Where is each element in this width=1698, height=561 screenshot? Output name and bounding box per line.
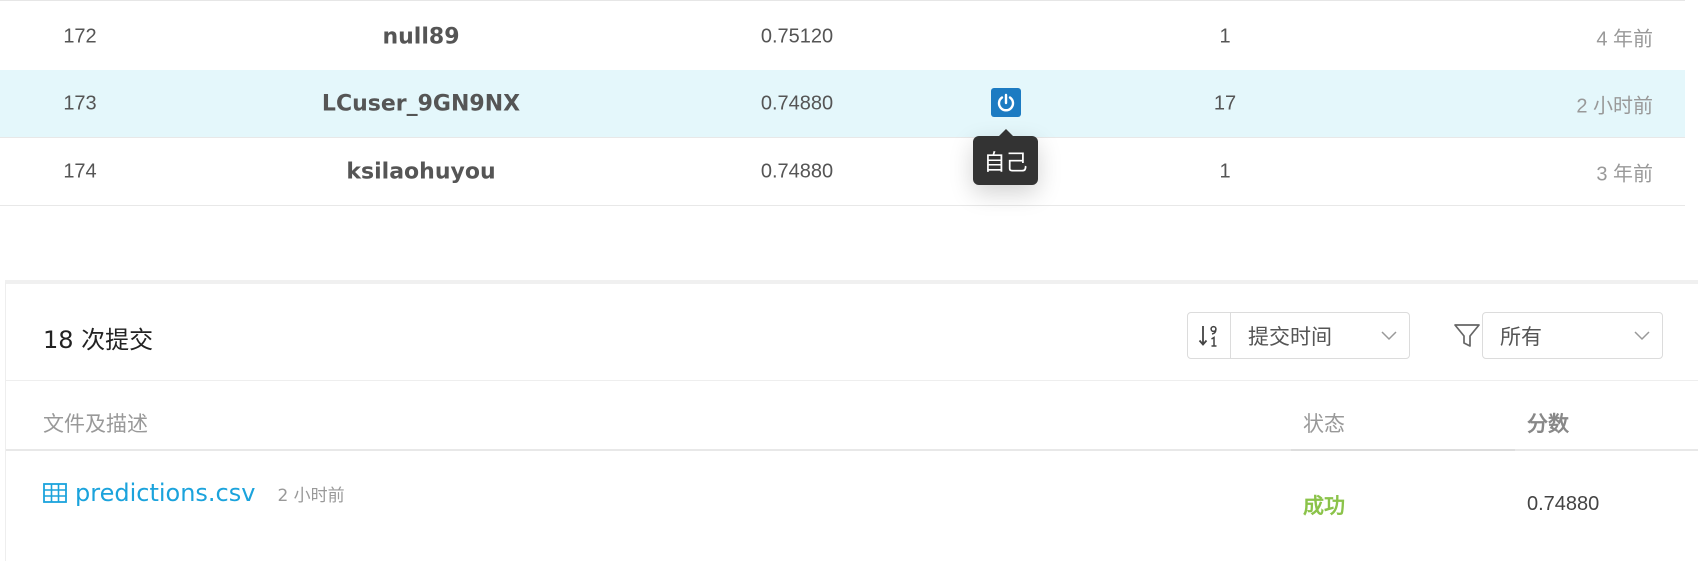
table-icon [43, 483, 67, 503]
entries-cell: 1 [1219, 25, 1231, 47]
column-header-status: 状态 [1303, 412, 1345, 436]
divider [6, 380, 1698, 381]
divider [0, 0, 1685, 1]
self-badge[interactable] [991, 88, 1021, 117]
team-name[interactable]: null89 [382, 24, 459, 49]
leaderboard-row: 174 ksilaohuyou 0.74880 1 3 年前 [0, 138, 1685, 206]
score-cell: 0.74880 [760, 160, 834, 182]
status-badge: 成功 [1303, 494, 1345, 518]
filter-select-value: 所有 [1500, 324, 1542, 349]
sort-numeric-icon [1198, 325, 1217, 347]
last-time-cell: 2 小时前 [1576, 95, 1653, 117]
self-tooltip: 自己 [973, 136, 1038, 185]
chevron-down-icon [1622, 313, 1662, 358]
score-cell: 0.74880 [760, 92, 834, 114]
team-name[interactable]: LCuser_9GN9NX [322, 91, 520, 116]
sort-select-value: 提交时间 [1248, 324, 1332, 349]
chevron-down-icon [1369, 313, 1409, 358]
submission-count: 18 次提交 [43, 326, 154, 354]
score-cell: 0.75120 [760, 25, 834, 47]
column-header-score[interactable]: 分数 [1527, 408, 1569, 438]
last-time-cell: 4 年前 [1596, 28, 1653, 50]
divider [1291, 449, 1515, 451]
submission-score: 0.74880 [1527, 493, 1600, 515]
filter-select[interactable]: 所有 [1482, 312, 1663, 359]
entries-cell: 1 [1219, 160, 1231, 182]
sort-button[interactable] [1188, 313, 1231, 358]
team-name[interactable]: ksilaohuyou [346, 159, 495, 184]
entries-cell: 17 [1213, 92, 1237, 114]
filter-icon[interactable] [1453, 323, 1481, 354]
column-header-file: 文件及描述 [43, 412, 148, 436]
sort-select[interactable]: 提交时间 [1187, 312, 1410, 359]
last-time-cell: 3 年前 [1596, 163, 1653, 185]
submission-file-link[interactable]: predictions.csv [75, 479, 255, 507]
submissions-panel: 18 次提交 提交时间 所有 文件及描述 状态 分数 predictions.c… [5, 280, 1698, 561]
leaderboard-row-self: 173 LCuser_9GN9NX 0.74880 17 2 小时前 [0, 70, 1685, 138]
submission-row: predictions.csv 2 小时前 [43, 479, 345, 507]
power-icon [997, 93, 1015, 111]
submission-time: 2 小时前 [277, 485, 345, 506]
leaderboard-row: 172 null89 0.75120 1 4 年前 [0, 3, 1685, 71]
